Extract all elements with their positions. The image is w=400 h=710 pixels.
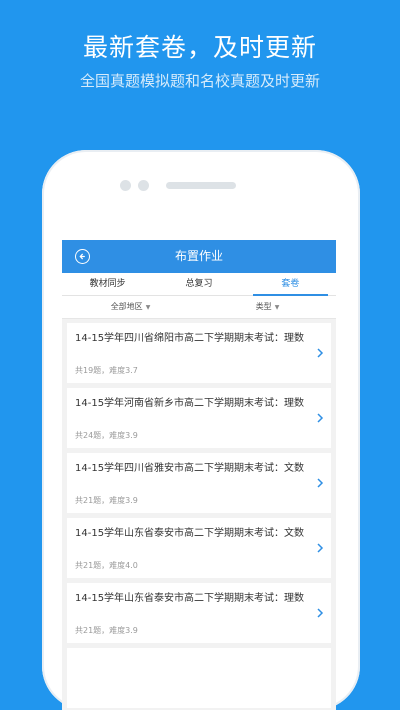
paper-meta: 共21题，难度3.9 — [75, 496, 138, 505]
page-title: 布置作业 — [174, 249, 223, 263]
filter-bar: 全部地区 ▼ 类型 ▼ — [62, 296, 336, 319]
phone-frame: 布置作业 教材同步 总复习 套卷 全部地区 ▼ 类型 ▼ 14-15学年四川省绵阳市… — [42, 150, 360, 710]
camera-dot — [120, 180, 131, 191]
chevron-down-icon: ▼ — [145, 304, 151, 311]
list-item[interactable]: 14-15学年山东省泰安市高二下学期期末考试：理数 共21题，难度3.9 — [67, 583, 331, 643]
sensor-dot — [138, 180, 149, 191]
tab-textbook-sync[interactable]: 教材同步 — [62, 273, 153, 295]
type-filter[interactable]: 类型 ▼ — [199, 296, 336, 318]
list-item[interactable]: 14-15学年四川省绵阳市高二下学期期末考试：理数 共19题，难度3.7 — [67, 323, 331, 383]
chevron-right-icon — [317, 543, 324, 553]
paper-meta: 共21题，难度4.0 — [75, 561, 138, 570]
list-item[interactable]: 14-15学年河南省新乡市高二下学期期末考试：理数 共24题，难度3.9 — [67, 388, 331, 448]
chevron-right-icon — [317, 348, 324, 358]
paper-meta: 共19题，难度3.7 — [75, 366, 138, 375]
promo-subtitle: 全国真题模拟题和名校真题及时更新 — [79, 72, 320, 90]
speaker-grille — [166, 182, 236, 189]
promo-title: 最新套卷，及时更新 — [82, 33, 317, 62]
paper-meta: 共24题，难度3.9 — [75, 431, 138, 440]
phone-screen: 布置作业 教材同步 总复习 套卷 全部地区 ▼ 类型 ▼ 14-15学年四川省绵阳市… — [62, 240, 336, 710]
chevron-right-icon — [317, 478, 324, 488]
paper-title: 14-15学年四川省雅安市高二下学期期末考试：文数 — [75, 463, 305, 474]
paper-title: 14-15学年山东省泰安市高二下学期期末考试：理数 — [75, 593, 305, 604]
app-bar: 布置作业 — [62, 240, 336, 273]
paper-title: 14-15学年山东省泰安市高二下学期期末考试：文数 — [75, 528, 305, 539]
tab-test-papers[interactable]: 套卷 — [245, 273, 336, 296]
list-item-partial[interactable] — [67, 648, 331, 708]
list-item[interactable]: 14-15学年山东省泰安市高二下学期期末考试：文数 共21题，难度4.0 — [67, 518, 331, 578]
tab-general-review[interactable]: 总复习 — [153, 273, 244, 295]
paper-title: 14-15学年四川省绵阳市高二下学期期末考试：理数 — [75, 333, 305, 344]
chevron-right-icon — [317, 413, 324, 423]
region-filter-label: 全部地区 — [110, 302, 143, 311]
list-item[interactable]: 14-15学年四川省雅安市高二下学期期末考试：文数 共21题，难度3.9 — [67, 453, 331, 513]
chevron-down-icon: ▼ — [274, 304, 280, 311]
region-filter[interactable]: 全部地区 ▼ — [62, 296, 199, 318]
type-filter-label: 类型 — [255, 302, 272, 311]
paper-meta: 共21题，难度3.9 — [75, 626, 138, 635]
paper-title: 14-15学年河南省新乡市高二下学期期末考试：理数 — [75, 398, 305, 409]
tab-bar: 教材同步 总复习 套卷 — [62, 273, 336, 296]
chevron-right-icon — [317, 608, 324, 618]
